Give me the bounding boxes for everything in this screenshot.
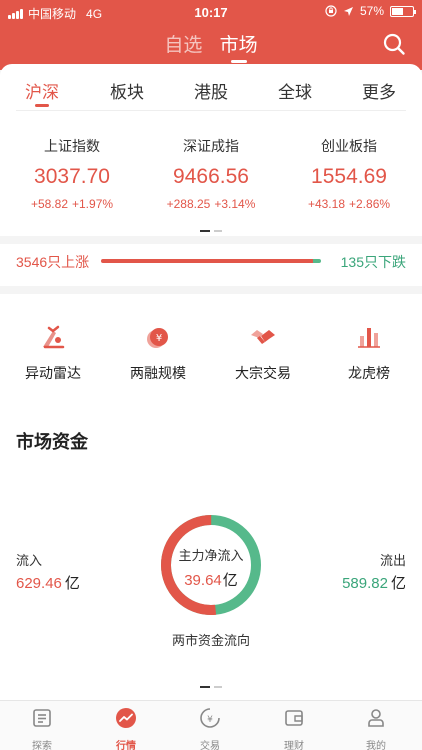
- tabbar-wealth[interactable]: 理财: [259, 707, 329, 750]
- inflow-unit: 亿: [64, 575, 80, 592]
- search-button[interactable]: [382, 32, 406, 56]
- section-title: 市场资金: [16, 432, 88, 452]
- net-flow-value: 39.64: [184, 572, 222, 589]
- index-change-pct: +1.97%: [72, 197, 114, 211]
- tabbar-label: 探索: [32, 741, 52, 750]
- tool-radar[interactable]: 异动雷达: [8, 324, 98, 383]
- sub-tab-sectors[interactable]: 板块: [97, 78, 157, 103]
- tabbar-explore[interactable]: 探索: [7, 707, 77, 750]
- tool-block-trade[interactable]: 大宗交易: [218, 324, 308, 383]
- inflow-value: 629.46: [16, 575, 62, 592]
- tabbar-trade[interactable]: ¥ 交易: [175, 707, 245, 750]
- inflow-value-row: 629.46 亿: [16, 572, 80, 593]
- explore-icon: [33, 709, 51, 727]
- net-flow-value-row: 39.64亿: [160, 569, 262, 590]
- index-value: 3037.70: [34, 165, 110, 188]
- divider: [16, 110, 406, 111]
- market-icon: [116, 708, 136, 728]
- index-name: 深证成指: [183, 138, 239, 154]
- inflow-label: 流入: [16, 553, 43, 568]
- fund-flow: 流入 629.46 亿 主力净流入 39.64亿 流出 589.82 亿 两市资金流…: [0, 512, 422, 652]
- market-sub-tabs: 沪深 板块 港股 全球 更多: [0, 78, 422, 108]
- index-name: 创业板指: [321, 138, 377, 154]
- tab-market[interactable]: 市场: [220, 30, 258, 63]
- net-flow-center: 主力净流入 39.64亿: [160, 514, 262, 616]
- tabbar-label: 交易: [200, 741, 220, 750]
- sub-tab-global[interactable]: 全球: [265, 78, 325, 103]
- orientation-lock-icon: [325, 5, 337, 17]
- battery-icon: [390, 5, 416, 17]
- app-header: 中国移动 4G 10:17 57% 自选 市场: [0, 0, 422, 70]
- tool-dragon-tiger[interactable]: 龙虎榜: [324, 324, 414, 383]
- outflow-value-row: 589.82 亿: [342, 572, 406, 593]
- bottom-tab-bar: 探索 行情 ¥ 交易 理财 我的: [0, 700, 422, 750]
- tool-shortcuts: 异动雷达 ¥ 两融规模 大宗交易 龙虎榜: [0, 324, 422, 384]
- profile-icon: [368, 709, 384, 727]
- tool-label: 龙虎榜: [348, 365, 390, 381]
- fund-flow-caption: 两市资金流向: [171, 633, 250, 648]
- handshake-icon: [251, 330, 275, 344]
- index-change-pct: +2.86%: [349, 197, 391, 211]
- index-value: 9466.56: [173, 165, 249, 188]
- index-name: 上证指数: [44, 138, 100, 154]
- index-change: +43.18: [307, 197, 345, 211]
- sub-tab-hk[interactable]: 港股: [181, 78, 241, 103]
- tabbar-label: 我的: [366, 741, 386, 750]
- outflow-label: 流出: [379, 553, 406, 568]
- coin-icon: ¥: [147, 328, 168, 348]
- svg-text:¥: ¥: [156, 333, 162, 344]
- wallet-icon: [285, 710, 303, 726]
- outflow-value: 589.82: [342, 575, 388, 592]
- index-card-chinext[interactable]: 创业板指 1554.69 +43.18 +2.86%: [279, 136, 419, 211]
- index-value: 1554.69: [311, 165, 387, 188]
- tool-margin[interactable]: ¥ 两融规模: [113, 324, 203, 383]
- breadth-bar: [101, 259, 321, 263]
- net-flow-label: 主力净流入: [178, 548, 244, 563]
- decliners-count: 135只下跌: [340, 254, 406, 270]
- market-breadth[interactable]: 3546只上涨 135只下跌: [0, 250, 422, 270]
- status-bar: 中国移动 4G 10:17 57%: [0, 0, 422, 24]
- trade-icon: ¥: [200, 708, 220, 728]
- outflow-unit: 亿: [390, 575, 406, 592]
- market-card: 沪深 板块 港股 全球 更多 上证指数 3037.70 +58.82 +1.97%…: [0, 64, 422, 700]
- bar-chart-icon: [358, 328, 380, 348]
- index-change: +58.82: [30, 197, 68, 211]
- sub-tab-hushen[interactable]: 沪深: [12, 78, 72, 107]
- tool-label: 两融规模: [130, 365, 186, 381]
- section-separator: [0, 236, 422, 244]
- svg-text:¥: ¥: [207, 715, 213, 725]
- location-icon: [343, 6, 353, 16]
- advancers-count: 3546只上涨: [16, 254, 90, 270]
- tabbar-market[interactable]: 行情: [91, 707, 161, 750]
- tabbar-label: 行情: [116, 741, 136, 750]
- tool-label: 异动雷达: [25, 365, 81, 381]
- search-icon: [383, 33, 405, 55]
- section-separator: [0, 286, 422, 294]
- index-change-pct: +3.14%: [214, 197, 256, 211]
- battery-percent: 57%: [359, 4, 384, 18]
- sub-tab-more[interactable]: 更多: [349, 78, 409, 103]
- tool-label: 大宗交易: [235, 365, 291, 381]
- index-card-sse[interactable]: 上证指数 3037.70 +58.82 +1.97%: [2, 136, 142, 211]
- tabbar-label: 理财: [284, 741, 304, 750]
- tabbar-profile[interactable]: 我的: [341, 707, 411, 750]
- header-tabs: 自选 市场: [0, 30, 422, 63]
- tab-watchlist[interactable]: 自选: [164, 30, 202, 57]
- index-card-szse[interactable]: 深证成指 9466.56 +288.25 +3.14%: [141, 136, 281, 211]
- index-change: +288.25: [166, 197, 211, 211]
- fund-page-indicator: [0, 678, 422, 696]
- radar-icon: [43, 325, 65, 349]
- net-flow-unit: 亿: [222, 572, 238, 589]
